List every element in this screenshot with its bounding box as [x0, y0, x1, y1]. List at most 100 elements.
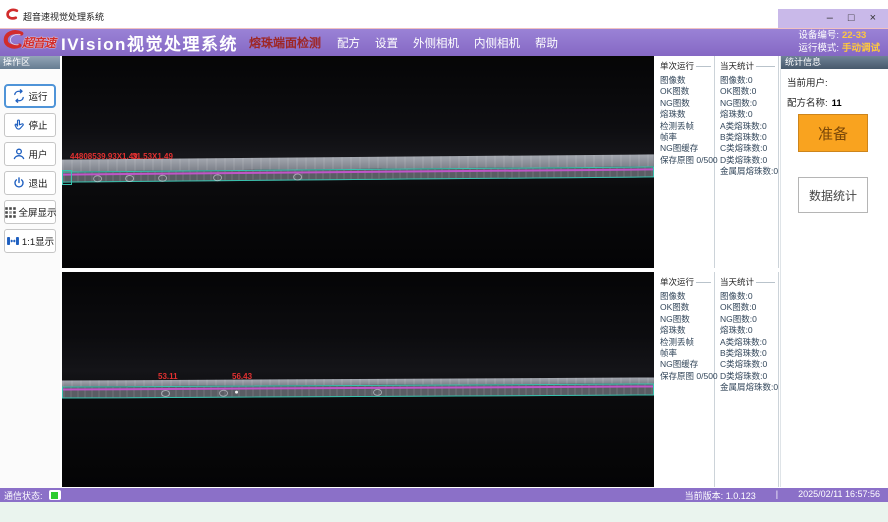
main-menu: 配方设置外侧相机内侧相机帮助	[337, 35, 558, 51]
maximize-button[interactable]: □	[848, 13, 855, 24]
stat-row: NG图数:0	[720, 98, 778, 109]
daily-title: 当天统计	[720, 60, 754, 72]
info-panel-title: 统计信息	[781, 56, 888, 69]
single-run-title: 单次运行	[660, 60, 694, 72]
stat-row: 图像数	[660, 75, 714, 86]
exit-button[interactable]: 退出	[4, 171, 56, 195]
minimize-button[interactable]: –	[827, 13, 833, 24]
stat-value: :0	[746, 291, 753, 301]
stat-label: C类熔珠数	[720, 143, 760, 153]
app-title: IVision视觉处理系统	[61, 30, 238, 55]
run-button[interactable]: 运行	[4, 84, 56, 108]
daily-stats: 当天统计 图像数:0OK图数:0NG图数:0熔珠数:0A类熔珠数:0B类熔珠数:…	[715, 56, 779, 268]
stat-value: :0	[760, 132, 767, 142]
stat-label: 检测丢帧	[660, 121, 694, 131]
stat-label: C类熔珠数	[720, 359, 760, 369]
edge-marker	[62, 170, 72, 185]
stat-row: 保存原图 0/500	[660, 155, 714, 166]
stat-label: 图像数	[660, 291, 686, 301]
close-button[interactable]: ×	[870, 13, 876, 24]
prepare-button[interactable]: 准备	[798, 114, 868, 152]
measurement-label: 31.53X1.49	[132, 152, 173, 161]
stat-row: 保存原图 0/500	[660, 371, 714, 382]
stat-label: 保存原图	[660, 371, 694, 381]
device-number-row: 设备编号:22-33	[798, 30, 880, 43]
single-run-header: 单次运行	[660, 276, 714, 288]
stat-row: 图像数:0	[720, 291, 778, 302]
stop-button[interactable]: 停止	[4, 113, 56, 137]
stat-value: :0	[750, 314, 757, 324]
stat-label: 图像数	[660, 75, 686, 85]
bead-marker	[125, 175, 134, 182]
stat-value: :0	[760, 155, 767, 165]
stat-label: NG图数	[660, 314, 690, 324]
run-mode-row: 运行模式:手动调试	[798, 43, 880, 56]
stat-label: OK图数	[660, 86, 689, 96]
stat-row: 帧率	[660, 132, 714, 143]
stat-row: 检测丢帧	[660, 121, 714, 132]
stat-value: :0	[760, 371, 767, 381]
strip-detection-region	[62, 383, 654, 398]
window-title: 超音速视觉处理系统	[23, 10, 104, 23]
single-run-stats: 单次运行 图像数OK图数NG图数熔珠数检测丢帧帧率NG图缓存保存原图 0/500	[655, 56, 715, 268]
menu-item[interactable]: 内侧相机	[474, 35, 520, 51]
stat-label: OK图数	[720, 302, 749, 312]
single-run-rows: 图像数OK图数NG图数熔珠数检测丢帧帧率NG图缓存保存原图 0/500	[660, 75, 714, 166]
stat-label: OK图数	[660, 302, 689, 312]
stat-row: A类熔珠数:0	[720, 121, 778, 132]
bead-marker	[158, 175, 167, 182]
data-statistics-button[interactable]: 数据统计	[798, 177, 868, 213]
stat-row: 帧率	[660, 348, 714, 359]
stats-panel-outer: 单次运行 图像数OK图数NG图数熔珠数检测丢帧帧率NG图缓存保存原图 0/500…	[655, 56, 779, 268]
stat-label: 帧率	[660, 348, 677, 358]
power-icon	[12, 176, 26, 190]
status-bar: 通信状态: 当前版本: 1.0.123 | 2025/02/11 16:57:5…	[0, 488, 888, 502]
stat-value: :0	[746, 109, 753, 119]
stop-button-label: 停止	[28, 118, 47, 132]
inner-camera-viewport: 53.11 56.43	[62, 272, 654, 487]
run-icon	[12, 89, 26, 103]
stat-row: D类熔珠数:0	[720, 155, 778, 166]
one-to-one-button[interactable]: 1:1显示	[4, 229, 56, 253]
current-user-label: 当前用户:	[787, 78, 828, 89]
menu-item[interactable]: 配方	[337, 35, 360, 51]
stat-row: C类熔珠数:0	[720, 359, 778, 370]
stat-row: 金属屑熔珠数:0	[720, 382, 778, 393]
stat-row: 熔珠数	[660, 325, 714, 336]
app-icon	[6, 8, 19, 21]
daily-stats: 当天统计 图像数:0OK图数:0NG图数:0熔珠数:0A类熔珠数:0B类熔珠数:…	[715, 272, 779, 487]
single-run-rows: 图像数OK图数NG图数熔珠数检测丢帧帧率NG图缓存保存原图 0/500	[660, 291, 714, 382]
run-mode-label: 运行模式:	[798, 43, 839, 54]
app-window: 超音速视觉处理系统 – □ × 超音速 IVision视觉处理系统 熔珠端面检测…	[0, 0, 888, 522]
user-icon	[12, 147, 26, 161]
sidebar-title: 操作区	[0, 56, 60, 69]
recipe-name-row: 配方名称:11	[787, 95, 888, 109]
version-text: 当前版本: 1.0.123	[685, 489, 756, 502]
stat-value: :0	[760, 348, 767, 358]
stat-label: 熔珠数	[660, 109, 686, 119]
statistics-info-panel: 统计信息 当前用户: 配方名称:11 准备 数据统计	[780, 56, 888, 487]
fullscreen-button[interactable]: 全屏显示	[4, 200, 56, 224]
stat-label: A类熔珠数	[720, 337, 760, 347]
stat-label: 帧率	[660, 132, 677, 142]
stat-label: B类熔珠数	[720, 348, 760, 358]
stat-label: 图像数	[720, 291, 746, 301]
stat-label: 金属屑熔珠数	[720, 382, 771, 392]
user-button[interactable]: 用户	[4, 142, 56, 166]
stat-row: 图像数:0	[720, 75, 778, 86]
device-number-value: 22-33	[842, 30, 866, 41]
status-separator: |	[776, 489, 778, 502]
menu-item[interactable]: 帮助	[535, 35, 558, 51]
measurement-label: 44808539.93X1.49	[70, 152, 138, 161]
fullscreen-button-label: 全屏显示	[19, 205, 57, 219]
stat-row: C类熔珠数:0	[720, 143, 778, 154]
menu-item[interactable]: 外侧相机	[413, 35, 459, 51]
device-number-label: 设备编号:	[798, 30, 839, 41]
stat-label: 熔珠数	[720, 325, 746, 335]
green-status-icon	[51, 492, 58, 499]
menu-item[interactable]: 设置	[375, 35, 398, 51]
user-button-label: 用户	[28, 147, 47, 161]
scan-line	[63, 385, 653, 390]
bead-highlight-dot	[235, 391, 238, 394]
stat-value: :0	[771, 382, 778, 392]
